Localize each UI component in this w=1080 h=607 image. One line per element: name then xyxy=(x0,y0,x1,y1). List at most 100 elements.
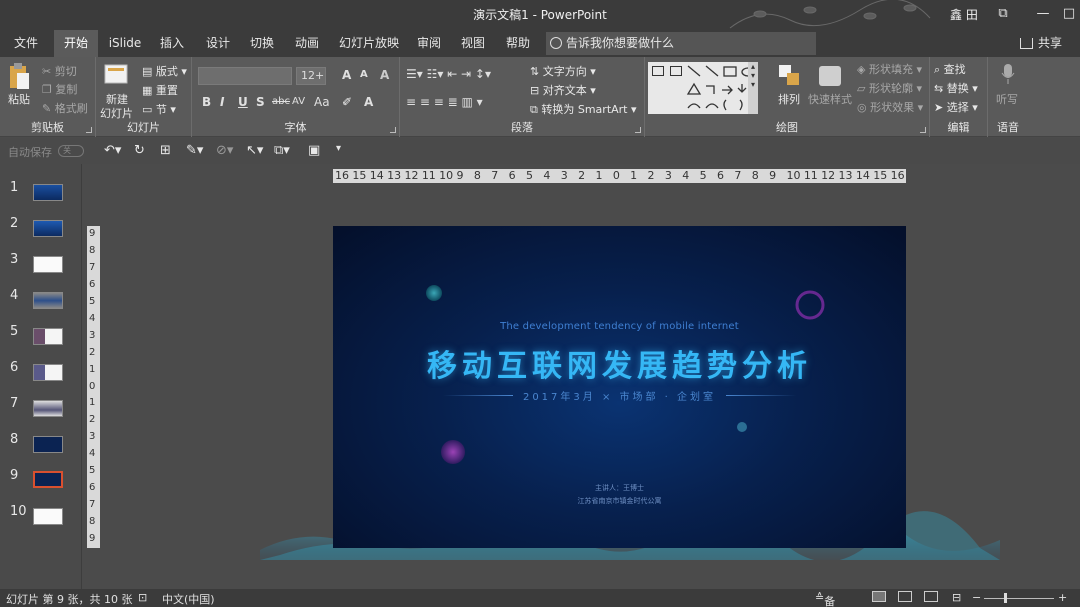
cut-button[interactable]: ✂ 剪切 xyxy=(42,63,77,79)
notes-button[interactable]: ≙ 备注 xyxy=(815,591,835,607)
paste-icon[interactable] xyxy=(8,63,30,91)
slide-thumbnail-10[interactable] xyxy=(33,508,63,525)
shapes-gallery[interactable]: ▴ ▾ ▾ xyxy=(648,62,758,114)
paste-button[interactable]: 粘贴 xyxy=(8,91,30,107)
arrange-button[interactable]: 排列 xyxy=(778,91,800,107)
quick-styles-button[interactable]: 快速样式 xyxy=(808,91,852,107)
zoom-out-icon[interactable]: − xyxy=(972,591,981,604)
slide-thumbnail-5[interactable] xyxy=(33,328,63,345)
tab-design[interactable]: 设计 xyxy=(198,30,238,57)
shrink-font-button[interactable]: A xyxy=(360,69,368,80)
tab-file[interactable]: 文件 xyxy=(6,30,46,57)
microphone-icon[interactable] xyxy=(1001,63,1015,85)
horizontal-ruler[interactable]: 16 15 14 13 12 11 10 9 8 7 6 5 4 3 2 1 0 1 2 3 4 5 6 7 8 9 10 11 12 1… xyxy=(333,169,906,183)
maximize-button[interactable]: □ xyxy=(1058,4,1080,24)
vertical-textbox-shape-icon[interactable] xyxy=(670,66,682,76)
slide-thumbnail-3[interactable] xyxy=(33,256,63,273)
paragraph-launcher-icon[interactable] xyxy=(635,127,641,133)
slide-subtitle-en[interactable]: The development tendency of mobile inter… xyxy=(333,321,906,332)
replace-button[interactable]: ⇆ 替换 ▾ xyxy=(934,80,978,96)
layout-button[interactable]: ▤ 版式 ▾ xyxy=(142,63,187,79)
slide-thumbnail-6[interactable] xyxy=(33,364,63,381)
underline-button[interactable]: U xyxy=(238,95,248,109)
tab-review[interactable]: 审阅 xyxy=(410,30,448,57)
gallery-scroll-icon[interactable]: ▴ ▾ ▾ xyxy=(748,62,758,114)
shadow-button[interactable]: S xyxy=(256,95,265,109)
tab-slideshow[interactable]: 幻灯片放映 xyxy=(334,30,404,57)
grow-font-button[interactable]: A xyxy=(342,68,351,82)
arrange-icon[interactable] xyxy=(777,63,803,89)
vertical-ruler[interactable]: 9 8 7 6 5 4 3 2 1 0 1 2 3 4 5 6 7 8 9 xyxy=(87,226,100,548)
shape-icons[interactable] xyxy=(686,64,756,112)
user-name[interactable]: 鑫 田 xyxy=(950,6,978,23)
tell-me-search[interactable]: 告诉我你想要做什么 xyxy=(546,32,816,55)
undo-icon[interactable]: ↶▾ xyxy=(104,143,121,158)
strikethrough-button[interactable]: abc xyxy=(272,96,290,107)
draw-icon[interactable]: ✎▾ xyxy=(186,143,203,158)
copy-button[interactable]: ❐ 复制 xyxy=(42,81,77,97)
bold-button[interactable]: B xyxy=(202,95,211,109)
select-button[interactable]: ➤ 选择 ▾ xyxy=(934,99,978,115)
slideshow-start-icon[interactable]: ⊞ xyxy=(160,143,171,158)
slide-canvas[interactable]: The development tendency of mobile inter… xyxy=(333,226,906,548)
redo-icon[interactable]: ↻ xyxy=(134,143,145,158)
char-spacing-button[interactable]: AV xyxy=(292,96,305,107)
share-button[interactable]: 共享 xyxy=(1018,30,1062,57)
slide-presenter[interactable]: 主讲人：王博士 xyxy=(333,483,906,493)
zoom-slider[interactable] xyxy=(984,598,1054,599)
customize-qat-icon[interactable]: ▾ xyxy=(336,143,341,154)
slide-thumbnail-7[interactable] xyxy=(33,400,63,417)
dictate-button[interactable]: 听写 xyxy=(996,91,1018,107)
section-button[interactable]: ▭ 节 ▾ xyxy=(142,101,176,117)
clear-format-button[interactable]: A xyxy=(380,68,389,82)
quick-styles-icon[interactable] xyxy=(817,63,843,89)
tab-islide[interactable]: iSlide xyxy=(104,30,146,57)
ribbon-display-options-icon[interactable]: ⧉ xyxy=(990,4,1016,24)
tab-help[interactable]: 帮助 xyxy=(498,30,538,57)
align-text-button[interactable]: ⊟ 对齐文本 ▾ xyxy=(530,82,596,98)
tab-transitions[interactable]: 切换 xyxy=(242,30,282,57)
bullets-icon[interactable]: ☰▾ ☷▾ ⇤ ⇥ ↕▾ xyxy=(406,67,491,81)
change-case-button[interactable]: Aa xyxy=(314,95,330,109)
tab-insert[interactable]: 插入 xyxy=(152,30,192,57)
highlight-icon[interactable]: ✐ xyxy=(342,95,352,109)
slide-thumbnail-9[interactable] xyxy=(33,471,63,488)
italic-button[interactable]: I xyxy=(220,95,224,109)
reset-button[interactable]: ▦ 重置 xyxy=(142,82,178,98)
language-status[interactable]: 中文(中国) xyxy=(162,591,215,607)
slide-company[interactable]: 江苏省南京市镇金时代公寓 xyxy=(333,496,906,506)
shape-fill-button[interactable]: ◈ 形状填充 ▾ xyxy=(857,61,922,77)
zoom-in-icon[interactable]: + xyxy=(1058,591,1067,604)
slide-sorter-view-icon[interactable] xyxy=(898,591,912,602)
font-name-combo[interactable] xyxy=(198,67,292,85)
textbox-shape-icon[interactable] xyxy=(652,66,664,76)
save-icon[interactable]: ▣ xyxy=(308,143,320,158)
normal-view-icon[interactable] xyxy=(872,591,886,602)
minimize-button[interactable]: — xyxy=(1030,4,1056,24)
slide-title[interactable]: 移动互联网发展趋势分析 xyxy=(333,341,906,385)
pointer-icon[interactable]: ↖▾ xyxy=(246,143,263,158)
find-button[interactable]: ⌕ 查找 xyxy=(934,61,966,77)
pen-icon[interactable]: ⊘▾ xyxy=(216,143,233,158)
shape-effects-button[interactable]: ◎ 形状效果 ▾ xyxy=(857,99,923,115)
slide-thumbnail-1[interactable] xyxy=(33,184,63,201)
clipboard-launcher-icon[interactable] xyxy=(86,127,92,133)
format-painter-button[interactable]: ✎ 格式刷 xyxy=(42,100,88,116)
slide-thumbnail-4[interactable] xyxy=(33,292,63,309)
text-direction-button[interactable]: ⇅ 文字方向 ▾ xyxy=(530,63,596,79)
shape-outline-button[interactable]: ▱ 形状轮廓 ▾ xyxy=(857,80,922,96)
font-launcher-icon[interactable] xyxy=(390,127,396,133)
tab-animations[interactable]: 动画 xyxy=(287,30,327,57)
slide-thumbnail-2[interactable] xyxy=(33,220,63,237)
spellcheck-icon[interactable]: ⊡ xyxy=(138,591,147,604)
slide-thumbnail-8[interactable] xyxy=(33,436,63,453)
reading-view-icon[interactable] xyxy=(924,591,938,602)
align-icon[interactable]: ≡ ≡ ≡ ≣ ▥ ▾ xyxy=(406,95,483,109)
tab-home[interactable]: 开始 xyxy=(54,30,98,57)
autosave-toggle[interactable]: 关 xyxy=(58,145,84,157)
new-slide-icon[interactable] xyxy=(104,63,130,85)
smartart-button[interactable]: ⧉ 转换为 SmartArt ▾ xyxy=(530,101,637,117)
font-color-icon[interactable]: A xyxy=(364,95,373,109)
slide-dateline[interactable]: 2017年3月 × 市场部 · 企划室 xyxy=(333,388,906,403)
zoom-slider-thumb[interactable] xyxy=(1004,593,1007,603)
